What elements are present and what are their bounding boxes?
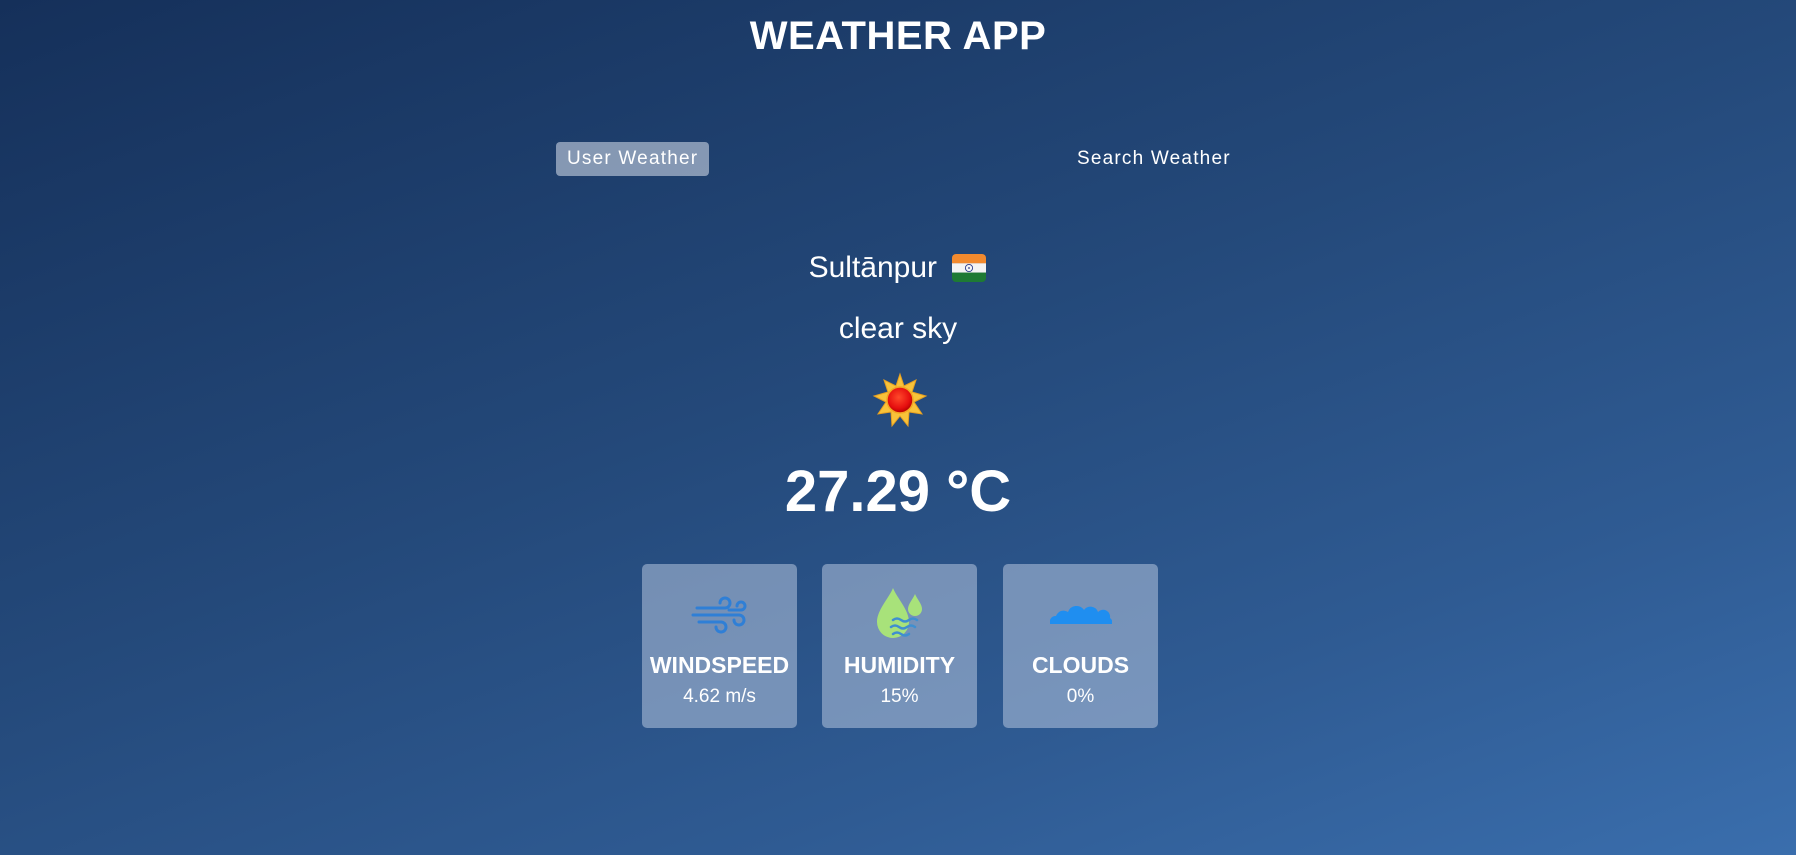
wind-icon <box>689 584 751 646</box>
clouds-title: CLOUDS <box>1031 652 1130 678</box>
tab-bar: User Weather Search Weather <box>0 142 1796 176</box>
weather-condition: clear sky <box>838 312 958 345</box>
india-flag-icon <box>951 251 987 285</box>
sun-icon <box>872 372 928 428</box>
tab-user-weather[interactable]: User Weather <box>556 142 710 176</box>
windspeed-card: WINDSPEED 4.62 m/s <box>642 564 797 728</box>
cloud-icon <box>1049 584 1113 646</box>
windspeed-value: 4.62 m/s <box>683 686 756 707</box>
humidity-value: 15% <box>880 686 919 707</box>
city-name-row: Sultānpur <box>0 250 1796 296</box>
city-name: Sultānpur <box>808 251 938 285</box>
humidity-icon <box>869 584 931 646</box>
clouds-value: 0% <box>1066 686 1095 707</box>
app-title: WEATHER APP <box>749 14 1047 58</box>
weather-stats: WINDSPEED 4.62 m/s HUMIDITY 15% CLOUDS 0 <box>642 564 1158 728</box>
humidity-card: HUMIDITY 15% <box>822 564 977 728</box>
windspeed-title: WINDSPEED <box>649 652 790 678</box>
humidity-title: HUMIDITY <box>843 652 956 678</box>
tab-search-weather[interactable]: Search Weather <box>1066 142 1242 176</box>
temperature-value: 27.29 °C <box>784 459 1012 524</box>
clouds-card: CLOUDS 0% <box>1003 564 1158 728</box>
